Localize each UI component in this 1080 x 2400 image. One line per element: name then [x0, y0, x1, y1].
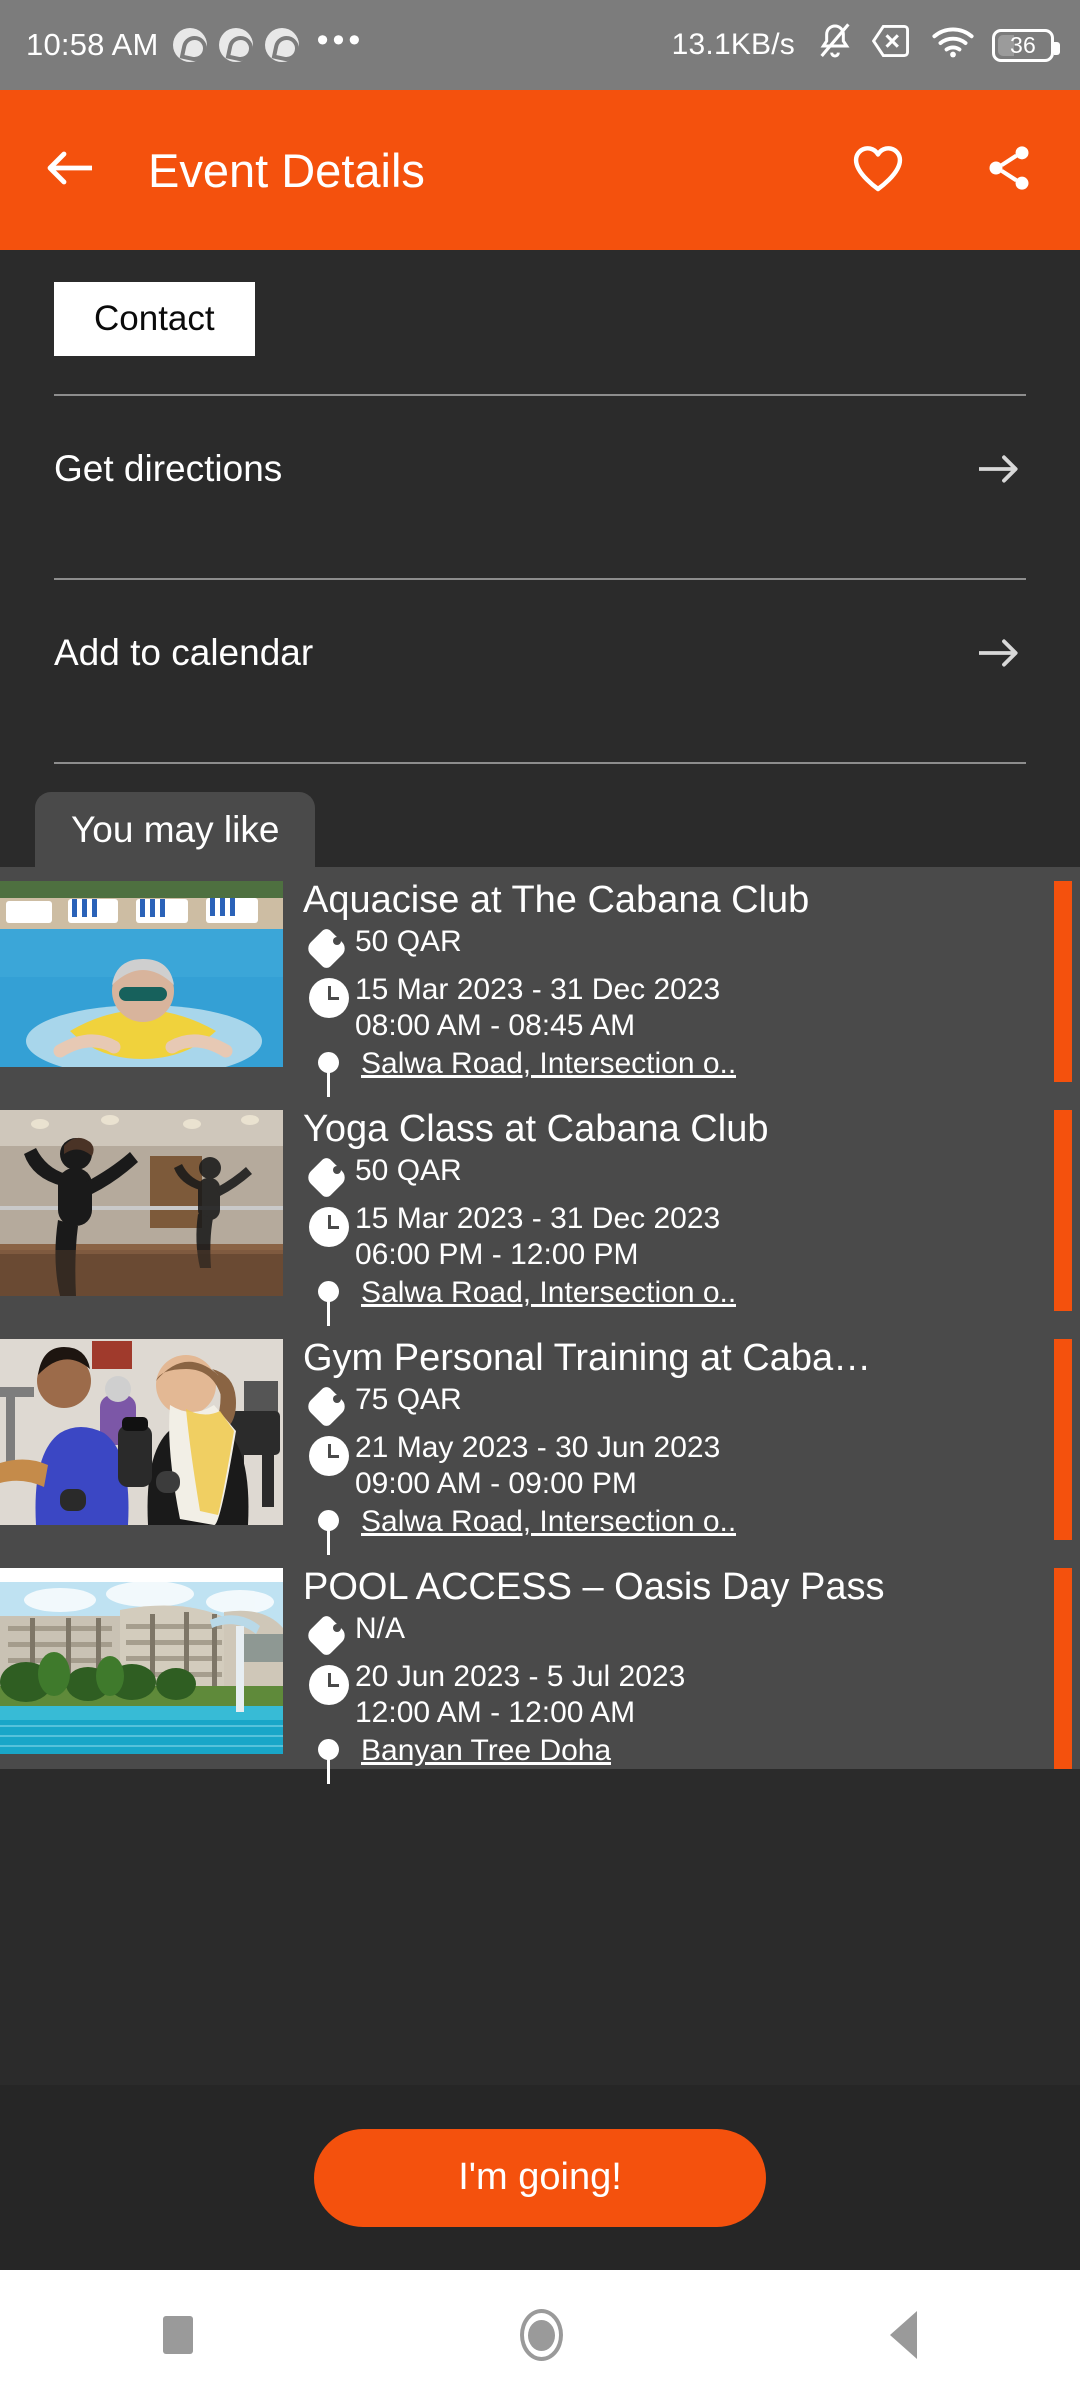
event-date-range: 21 May 2023 - 30 Jun 2023	[355, 1431, 721, 1464]
list-item[interactable]: Gym Personal Training at Caba… 75 QAR 21…	[0, 1325, 1080, 1555]
event-location-line: Salwa Road, Intersection o..	[303, 1504, 1080, 1556]
event-thumbnail	[0, 1339, 283, 1525]
accent-bar	[1054, 881, 1072, 1082]
location-pin-icon	[303, 1733, 355, 1785]
event-title: Gym Personal Training at Caba…	[303, 1337, 872, 1379]
clock-icon	[303, 972, 355, 1018]
accent-bar	[1054, 1568, 1072, 1769]
im-going-button[interactable]: I'm going!	[314, 2128, 766, 2227]
event-price: N/A	[355, 1612, 406, 1645]
battery-icon: 36	[992, 28, 1060, 62]
event-location[interactable]: Salwa Road, Intersection o..	[355, 1046, 736, 1082]
event-datetime-line: 21 May 2023 - 30 Jun 2023 09:00 AM - 09:…	[303, 1430, 1080, 1502]
event-title: POOL ACCESS – Oasis Day Pass	[303, 1566, 885, 1608]
square-icon[interactable]	[163, 2316, 194, 2354]
event-location[interactable]: Salwa Road, Intersection o..	[355, 1275, 736, 1311]
event-location-line: Salwa Road, Intersection o..	[303, 1046, 1080, 1098]
tab-you-may-like[interactable]: You may like	[35, 792, 316, 867]
bottom-action-bar: I'm going!	[0, 2085, 1080, 2270]
chrome-icon	[218, 28, 253, 62]
price-tag-icon	[303, 1153, 355, 1199]
event-thumbnail	[0, 1110, 283, 1296]
share-icon[interactable]	[982, 142, 1036, 199]
app-bar: Event Details	[0, 90, 1080, 250]
price-tag-icon	[303, 1611, 355, 1657]
back-arrow-icon[interactable]	[44, 148, 96, 193]
event-date-range: 15 Mar 2023 - 31 Dec 2023	[355, 1202, 721, 1235]
event-datetime-line: 15 Mar 2023 - 31 Dec 2023 06:00 PM - 12:…	[303, 1201, 1080, 1273]
event-location[interactable]: Salwa Road, Intersection o..	[355, 1504, 736, 1540]
network-speed-label: 13.1KB/s	[671, 28, 795, 61]
clock-icon	[303, 1659, 355, 1705]
event-title: Aquacise at The Cabana Club	[303, 879, 810, 921]
add-to-calendar-row[interactable]: Add to calendar	[54, 580, 1026, 724]
get-directions-row[interactable]: Get directions	[54, 396, 1026, 540]
event-date-range: 20 Jun 2023 - 5 Jul 2023	[355, 1660, 686, 1693]
location-pin-icon	[303, 1046, 355, 1098]
list-item[interactable]: Yoga Class at Cabana Club 50 QAR 15 Mar …	[0, 1096, 1080, 1326]
event-datetime-line: 20 Jun 2023 - 5 Jul 2023 12:00 AM - 12:0…	[303, 1659, 1080, 1731]
you-may-like-section: You may like	[0, 764, 1080, 867]
event-price: 75 QAR	[355, 1383, 462, 1416]
heart-icon[interactable]	[850, 142, 906, 199]
status-bar-clock: 10:58 AM	[26, 27, 159, 62]
event-location[interactable]: Banyan Tree Doha	[355, 1733, 611, 1769]
event-time-range: 12:00 AM - 12:00 AM	[355, 1696, 636, 1729]
accent-bar	[1054, 1339, 1072, 1540]
event-title: Yoga Class at Cabana Club	[303, 1108, 769, 1150]
event-time-range: 09:00 AM - 09:00 PM	[355, 1467, 637, 1500]
recommended-events-list: Aquacise at The Cabana Club 50 QAR 15 Ma…	[0, 867, 1080, 1784]
chrome-icon	[172, 28, 207, 62]
event-location-line: Salwa Road, Intersection o..	[303, 1275, 1080, 1327]
event-date-range: 15 Mar 2023 - 31 Dec 2023	[355, 973, 721, 1006]
silent-bell-icon	[815, 21, 855, 69]
add-to-calendar-label: Add to calendar	[54, 632, 314, 673]
event-thumbnail	[0, 881, 283, 1067]
list-item[interactable]: Aquacise at The Cabana Club 50 QAR 15 Ma…	[0, 867, 1080, 1097]
location-pin-icon	[303, 1504, 355, 1556]
overflow-dots-icon: •••	[316, 20, 365, 59]
event-time-range: 06:00 PM - 12:00 PM	[355, 1238, 639, 1271]
accent-bar	[1054, 1110, 1072, 1311]
list-item[interactable]: POOL ACCESS – Oasis Day Pass N/A 20 Jun …	[0, 1554, 1080, 1784]
wifi-icon	[931, 23, 975, 67]
price-tag-icon	[303, 1382, 355, 1428]
event-price-line: N/A	[303, 1611, 1080, 1657]
arrow-right-icon	[976, 454, 1022, 484]
android-navigation-bar	[0, 2270, 1080, 2400]
status-bar: 10:58 AM ••• 13.1KB/s 36	[0, 0, 1080, 90]
arrow-right-icon	[976, 638, 1022, 668]
location-pin-icon	[303, 1275, 355, 1327]
event-time-range: 08:00 AM - 08:45 AM	[355, 1009, 636, 1042]
chrome-icon	[264, 28, 299, 62]
get-directions-label: Get directions	[54, 448, 283, 489]
triangle-back-icon[interactable]	[889, 2311, 917, 2359]
event-price-line: 50 QAR	[303, 1153, 1080, 1199]
event-location-line: Banyan Tree Doha	[303, 1733, 1080, 1785]
page-title: Event Details	[148, 143, 425, 197]
event-price-line: 75 QAR	[303, 1382, 1080, 1428]
contact-button[interactable]: Contact	[54, 282, 255, 356]
battery-level-label: 36	[1010, 31, 1036, 58]
price-tag-icon	[303, 924, 355, 970]
sim-missing-icon	[871, 23, 914, 67]
event-price: 50 QAR	[355, 925, 462, 958]
event-datetime-line: 15 Mar 2023 - 31 Dec 2023 08:00 AM - 08:…	[303, 972, 1080, 1044]
event-price-line: 50 QAR	[303, 924, 1080, 970]
clock-icon	[303, 1430, 355, 1476]
clock-icon	[303, 1201, 355, 1247]
event-detail-section: Contact Get directions Add to calendar	[0, 250, 1080, 764]
event-thumbnail	[0, 1568, 283, 1754]
circle-icon[interactable]	[519, 2309, 563, 2361]
event-price: 50 QAR	[355, 1154, 462, 1187]
